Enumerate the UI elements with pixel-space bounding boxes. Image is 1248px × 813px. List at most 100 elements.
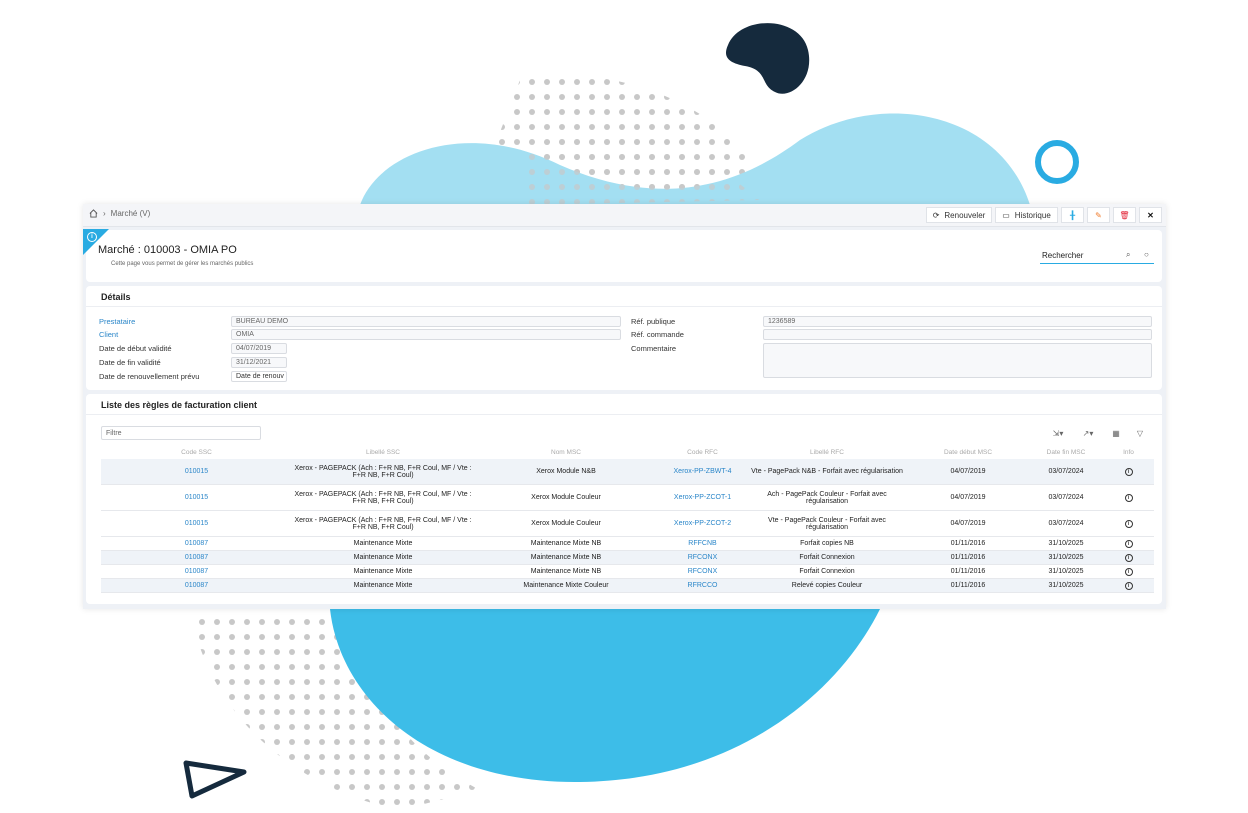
col-info[interactable]: Info: [1103, 446, 1154, 459]
cell-code-rfc[interactable]: RFRCCO: [658, 578, 747, 593]
col-libelle-ssc[interactable]: Libellé SSC: [292, 446, 474, 459]
info-icon[interactable]: i: [1124, 467, 1133, 476]
cell-info[interactable]: i: [1103, 536, 1154, 551]
cell-code-ssc[interactable]: 010087: [101, 536, 292, 551]
cell-libelle-rfc: Relevé copies Couleur: [747, 578, 907, 593]
cell-date-debut: 04/07/2019: [907, 484, 1029, 511]
cell-info[interactable]: i: [1103, 510, 1154, 537]
cell-code-rfc[interactable]: Xerox-PP-ZBWT-4: [658, 459, 747, 485]
comment-textarea[interactable]: [763, 343, 1152, 378]
info-icon[interactable]: i: [1124, 539, 1133, 548]
filter-input[interactable]: Filtre: [101, 426, 261, 440]
close-icon: ✕: [1147, 210, 1154, 220]
cell-info[interactable]: i: [1103, 564, 1154, 579]
search-icon[interactable]: ⌕: [1126, 250, 1130, 260]
search-input[interactable]: Rechercher ⌕ ○: [1040, 249, 1154, 264]
cell-date-debut: 04/07/2019: [907, 510, 1029, 537]
cell-nom-msc: Xerox Module N&B: [474, 459, 658, 485]
table-row[interactable]: 010087 Maintenance Mixte Maintenance Mix…: [101, 550, 1154, 565]
client-field[interactable]: OMIA: [231, 329, 621, 340]
cell-code-ssc[interactable]: 010087: [101, 550, 292, 565]
refresh-icon: ⟳: [932, 210, 940, 220]
renewal-date-field[interactable]: Date de renouv: [231, 371, 287, 382]
cell-libelle-ssc: Xerox - PAGEPACK (Ach : F+R NB, F+R Coul…: [292, 459, 474, 485]
cell-nom-msc: Xerox Module Couleur: [474, 510, 658, 537]
cell-date-fin: 03/07/2024: [1029, 484, 1103, 511]
table-header: Code SSC Libellé SSC Nom MSC Code RFC Li…: [101, 446, 1154, 459]
edit-button[interactable]: ✎: [1087, 207, 1110, 223]
cell-libelle-rfc: Forfait copies NB: [747, 536, 907, 551]
cell-code-ssc[interactable]: 010015: [101, 510, 292, 537]
cell-code-ssc[interactable]: 010087: [101, 564, 292, 579]
col-date-debut[interactable]: Date début MSC: [907, 446, 1029, 459]
cell-code-rfc[interactable]: RFCONX: [658, 550, 747, 565]
comment-label: Commentaire: [631, 344, 677, 353]
col-date-fin[interactable]: Date fin MSC: [1029, 446, 1103, 459]
cell-info[interactable]: i: [1103, 484, 1154, 511]
table-row[interactable]: 010015 Xerox - PAGEPACK (Ach : F+R NB, F…: [101, 459, 1154, 485]
public-ref-field[interactable]: 1236589: [763, 316, 1152, 327]
provider-field[interactable]: BUREAU DEMO: [231, 316, 621, 327]
history-button-label: Historique: [1014, 210, 1051, 220]
table-row[interactable]: 010087 Maintenance Mixte Maintenance Mix…: [101, 564, 1154, 579]
cell-nom-msc: Maintenance Mixte NB: [474, 550, 658, 565]
cell-code-rfc[interactable]: Xerox-PP-ZCOT-1: [658, 484, 747, 511]
col-nom-msc[interactable]: Nom MSC: [474, 446, 658, 459]
breadcrumb-current[interactable]: Marché (V): [111, 209, 151, 218]
cell-libelle-ssc: Xerox - PAGEPACK (Ach : F+R NB, F+R Coul…: [292, 484, 474, 511]
filter-icon[interactable]: ▽: [1132, 426, 1148, 440]
info-icon[interactable]: i: [1124, 519, 1133, 528]
app-window: › Marché (V) ⟳ Renouveler ▭ Historique ╂…: [83, 204, 1166, 609]
columns-icon[interactable]: ▦: [1108, 426, 1124, 440]
start-date-label: Date de début validité: [99, 344, 172, 353]
table-row[interactable]: 010087 Maintenance Mixte Maintenance Mix…: [101, 578, 1154, 593]
cell-info[interactable]: i: [1103, 578, 1154, 593]
export-icon[interactable]: ⇲▾: [1046, 426, 1070, 440]
info-icon[interactable]: i: [1124, 553, 1133, 562]
order-ref-field[interactable]: [763, 329, 1152, 340]
page-subtitle: Cette page vous permet de gérer les marc…: [111, 261, 254, 267]
external-link-icon[interactable]: ↗▾: [1076, 426, 1100, 440]
cell-info[interactable]: i: [1103, 550, 1154, 565]
cell-libelle-ssc: Maintenance Mixte: [292, 536, 474, 551]
col-libelle-rfc[interactable]: Libellé RFC: [747, 446, 907, 459]
cell-date-fin: 31/10/2025: [1029, 578, 1103, 593]
cell-date-fin: 03/07/2024: [1029, 510, 1103, 537]
provider-label[interactable]: Prestataire: [99, 317, 135, 326]
table-row[interactable]: 010015 Xerox - PAGEPACK (Ach : F+R NB, F…: [101, 484, 1154, 511]
cell-code-ssc[interactable]: 010015: [101, 484, 292, 511]
cell-nom-msc: Maintenance Mixte NB: [474, 564, 658, 579]
renew-button[interactable]: ⟳ Renouveler: [926, 207, 992, 223]
close-button[interactable]: ✕: [1139, 207, 1162, 223]
delete-button[interactable]: 🗑: [1113, 207, 1136, 223]
end-date-field[interactable]: 31/12/2021: [231, 357, 287, 368]
pin-button[interactable]: ╂: [1061, 207, 1084, 223]
table-row[interactable]: 010015 Xerox - PAGEPACK (Ach : F+R NB, F…: [101, 510, 1154, 537]
cell-code-rfc[interactable]: RFCONX: [658, 564, 747, 579]
cell-code-ssc[interactable]: 010015: [101, 459, 292, 485]
trash-icon: 🗑: [1119, 210, 1130, 220]
table-row[interactable]: 010087 Maintenance Mixte Maintenance Mix…: [101, 536, 1154, 551]
home-icon[interactable]: [89, 209, 98, 218]
cell-code-ssc[interactable]: 010087: [101, 578, 292, 593]
history-button[interactable]: ▭ Historique: [995, 207, 1058, 223]
col-code-ssc[interactable]: Code SSC: [101, 446, 292, 459]
settings-icon[interactable]: ○: [1144, 250, 1149, 259]
cell-code-rfc[interactable]: RFFCNB: [658, 536, 747, 551]
cell-nom-msc: Xerox Module Couleur: [474, 484, 658, 511]
pin-icon: ╂: [1070, 210, 1075, 220]
info-icon[interactable]: i: [87, 232, 97, 242]
start-date-field[interactable]: 04/07/2019: [231, 343, 287, 354]
info-icon[interactable]: i: [1124, 581, 1133, 590]
details-section: Détails Prestataire BUREAU DEMO Client O…: [86, 286, 1162, 390]
order-ref-label: Réf. commande: [631, 330, 684, 339]
cell-date-debut: 01/11/2016: [907, 550, 1029, 565]
cell-libelle-rfc: Vte - PagePack N&B - Forfait avec régula…: [747, 459, 907, 485]
info-icon[interactable]: i: [1124, 493, 1133, 502]
client-label[interactable]: Client: [99, 330, 118, 339]
cell-date-fin: 31/10/2025: [1029, 536, 1103, 551]
cell-code-rfc[interactable]: Xerox-PP-ZCOT-2: [658, 510, 747, 537]
cell-info[interactable]: i: [1103, 459, 1154, 485]
info-icon[interactable]: i: [1124, 567, 1133, 576]
col-code-rfc[interactable]: Code RFC: [658, 446, 747, 459]
